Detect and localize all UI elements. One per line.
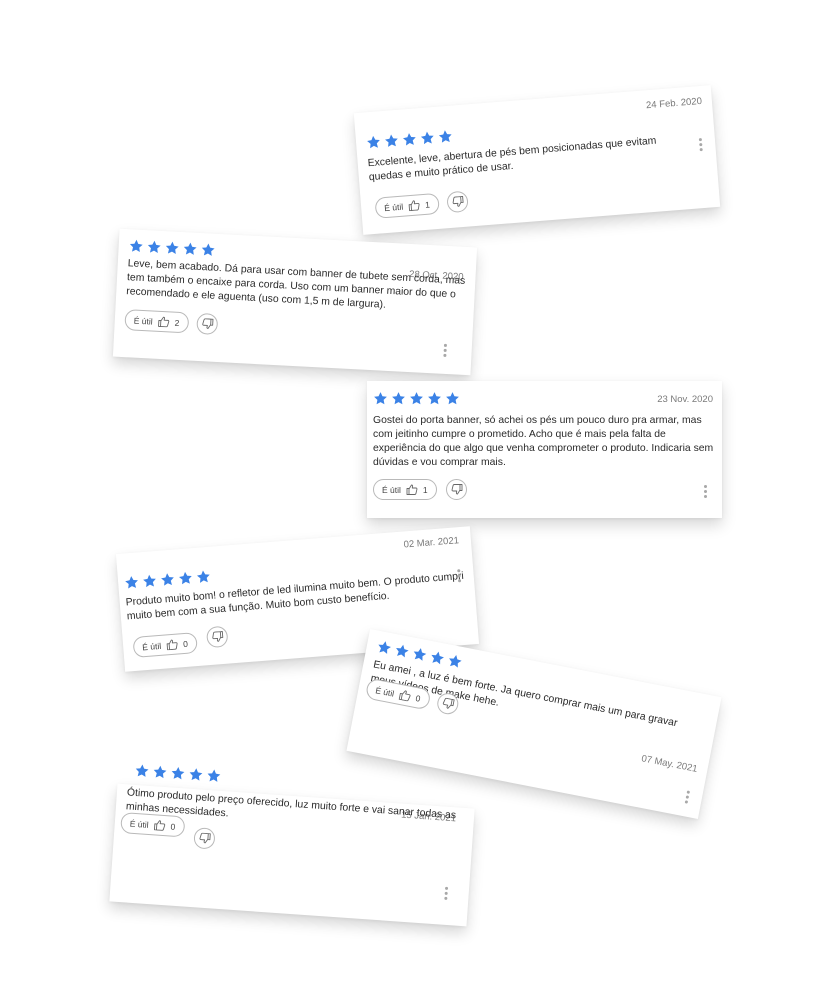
useful-count: 1: [424, 199, 431, 210]
rating-stars: [373, 391, 460, 406]
useful-label: É útil: [129, 818, 150, 830]
star-icon: [188, 767, 204, 783]
star-icon: [170, 765, 186, 781]
useful-count: 0: [170, 820, 176, 832]
more-options-button[interactable]: [698, 138, 704, 152]
star-icon: [409, 391, 424, 406]
star-icon: [376, 639, 394, 657]
useful-count: 0: [414, 692, 422, 704]
more-options-button[interactable]: [443, 343, 448, 357]
star-icon: [160, 572, 176, 588]
useful-count: 2: [174, 317, 180, 328]
star-icon: [383, 133, 399, 149]
useful-count: 0: [182, 638, 189, 649]
thumbs-down-icon: [198, 832, 211, 844]
thumbs-down-icon: [211, 631, 224, 643]
star-icon: [373, 391, 388, 406]
not-useful-button[interactable]: [193, 827, 216, 850]
star-icon: [142, 573, 158, 589]
rating-stars: [366, 129, 454, 151]
star-icon: [177, 570, 193, 586]
star-icon: [366, 134, 382, 150]
review-text: Leve, bem acabado. Dá para usar com bann…: [126, 258, 466, 311]
review-card: 28 Oct. 2020 Leve, bem acabado. Dá para …: [112, 228, 478, 376]
thumbs-down-icon: [451, 484, 463, 495]
rating-stars: [134, 763, 222, 784]
star-icon: [124, 574, 140, 590]
useful-label: É útil: [141, 640, 162, 652]
thumbs-down-icon: [451, 196, 464, 208]
rating-stars: [128, 238, 216, 258]
not-useful-button[interactable]: [196, 312, 219, 335]
star-icon: [446, 652, 464, 670]
star-icon: [152, 764, 168, 780]
star-icon: [393, 642, 411, 660]
star-icon: [164, 240, 180, 256]
more-options-button[interactable]: [444, 886, 449, 900]
star-icon: [411, 646, 429, 664]
rating-stars: [124, 569, 212, 591]
review-card: 23 Nov. 2020 Gostei do porta banner, só …: [367, 381, 722, 518]
review-text: Gostei do porta banner, só achei os pés …: [373, 415, 714, 468]
star-icon: [206, 768, 222, 784]
review-card: 15 Jan. 2021 Ótimo produto pelo preço of…: [109, 764, 475, 927]
not-useful-button[interactable]: [446, 190, 469, 214]
thumbs-down-icon: [441, 697, 455, 710]
star-icon: [427, 391, 442, 406]
not-useful-button[interactable]: [446, 479, 467, 500]
thumbs-up-icon: [166, 639, 179, 651]
star-icon: [437, 129, 453, 145]
useful-button[interactable]: É útil 0: [120, 812, 186, 838]
star-icon: [419, 130, 435, 146]
useful-label: É útil: [374, 684, 396, 699]
thumbs-down-icon: [201, 318, 214, 330]
star-icon: [445, 391, 460, 406]
useful-button[interactable]: É útil 2: [124, 309, 189, 334]
star-icon: [146, 239, 162, 255]
useful-button[interactable]: É útil 1: [373, 479, 437, 500]
useful-label: É útil: [382, 484, 401, 495]
star-icon: [128, 238, 144, 254]
more-options-button[interactable]: [704, 485, 708, 498]
thumbs-up-icon: [398, 689, 412, 702]
useful-label: É útil: [133, 315, 153, 327]
star-icon: [401, 131, 417, 147]
star-icon: [134, 763, 150, 779]
star-icon: [182, 241, 198, 257]
thumbs-up-icon: [408, 199, 421, 212]
thumbs-up-icon: [153, 819, 166, 831]
star-icon: [429, 649, 447, 667]
star-icon: [391, 391, 406, 406]
thumbs-up-icon: [406, 484, 418, 495]
thumbs-up-icon: [157, 316, 170, 328]
more-options-button[interactable]: [684, 790, 691, 804]
review-card: Eu amei , a luz é bem forte. Ja quero co…: [346, 628, 722, 820]
star-icon: [200, 242, 216, 258]
useful-button[interactable]: É útil 0: [132, 632, 198, 659]
useful-label: É útil: [383, 201, 404, 213]
review-card: 24 Feb. 2020 Excelente, leve, abertura d…: [353, 85, 721, 235]
star-icon: [195, 569, 211, 585]
review-date: 07 May. 2021: [640, 753, 699, 775]
not-useful-button[interactable]: [205, 625, 229, 649]
useful-count: 1: [422, 484, 428, 495]
review-date: 24 Feb. 2020: [645, 95, 703, 112]
review-date: 23 Nov. 2020: [657, 394, 713, 405]
useful-button[interactable]: É útil 1: [374, 192, 440, 219]
review-date: 02 Mar. 2021: [403, 535, 460, 551]
